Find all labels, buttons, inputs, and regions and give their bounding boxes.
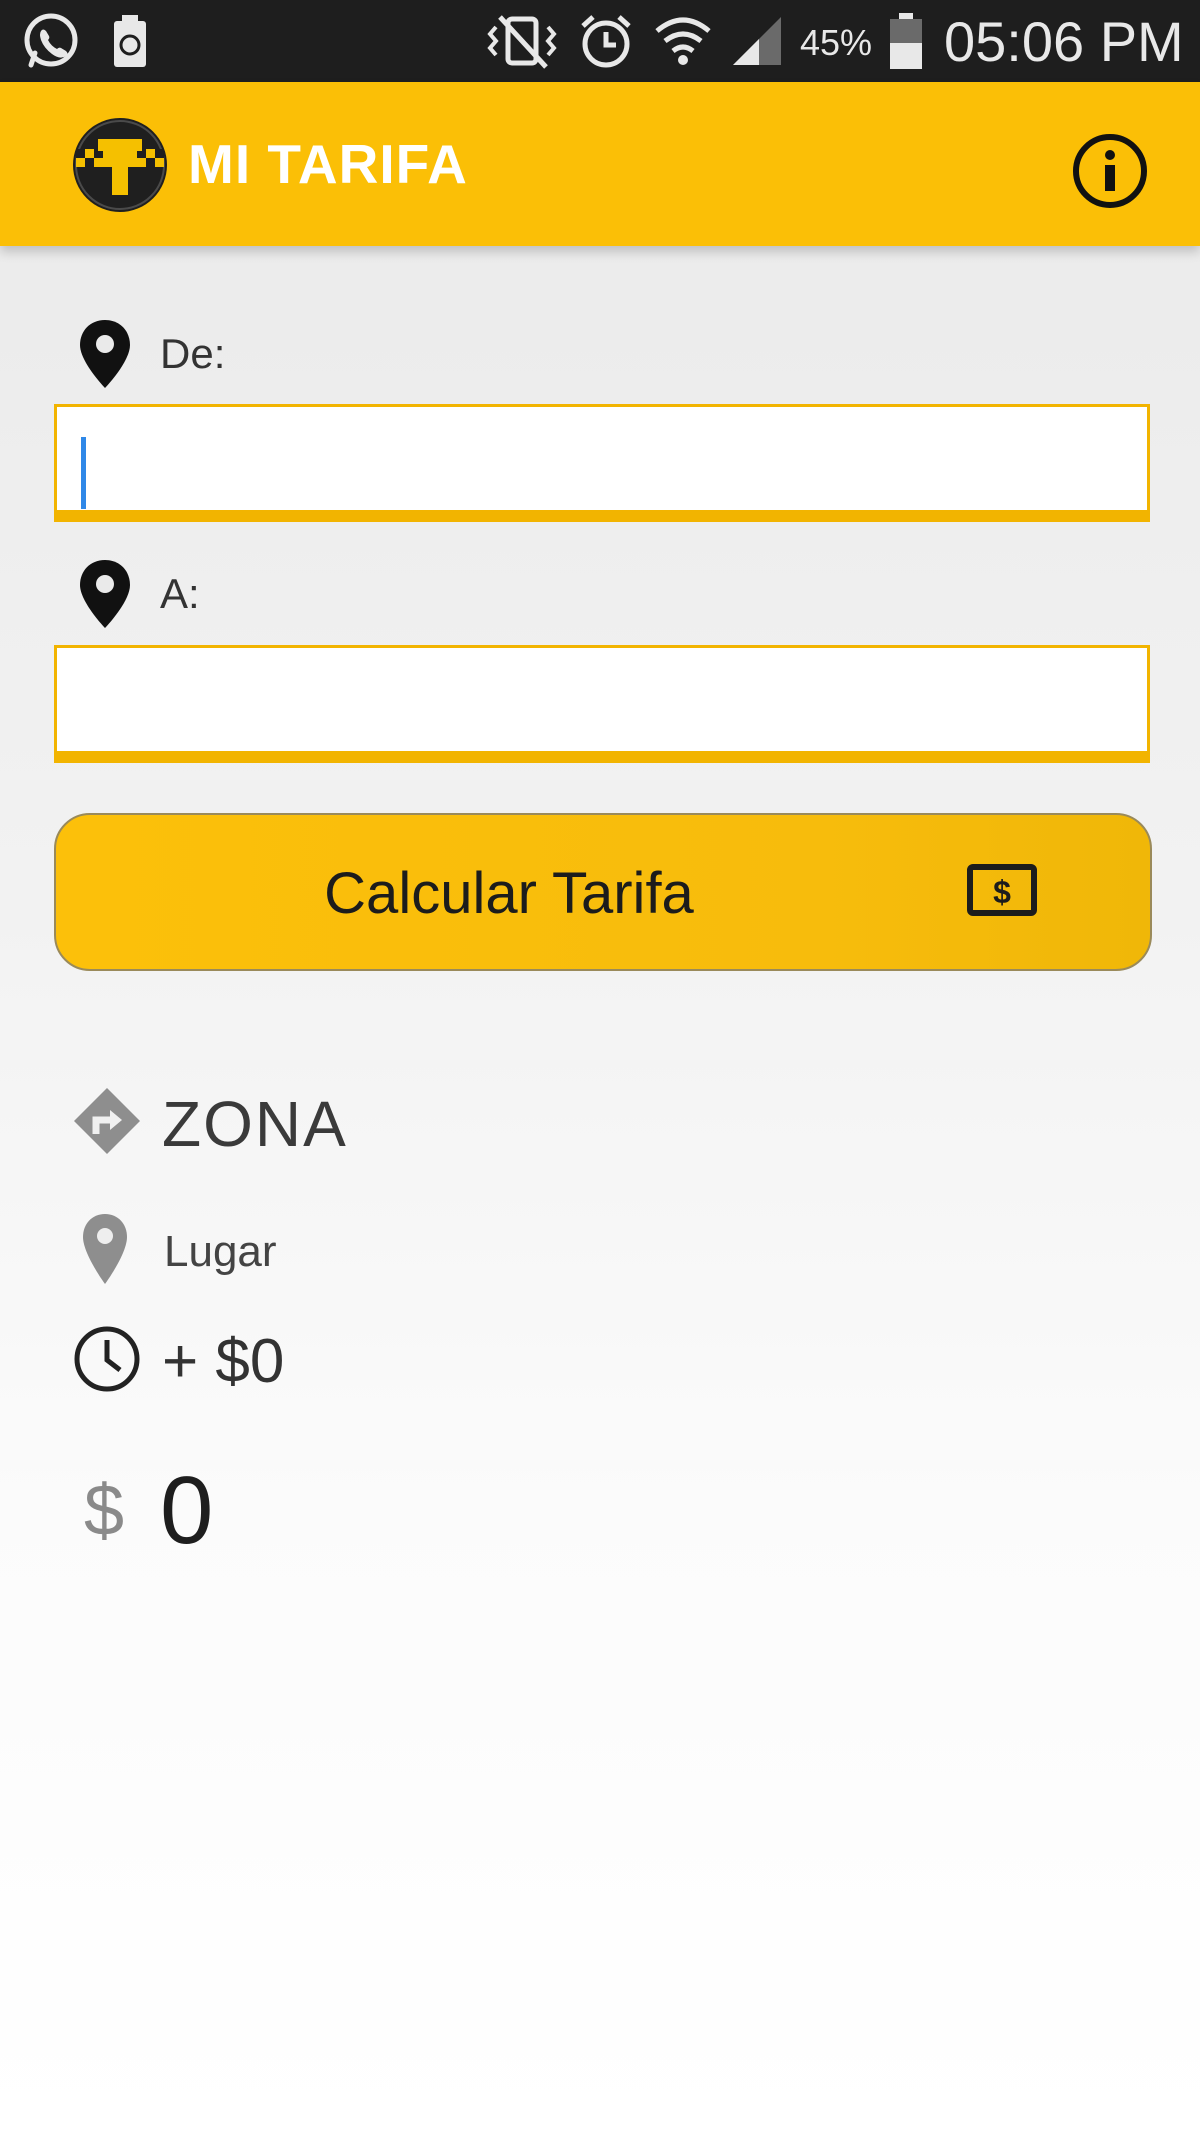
signal-icon [728,0,786,82]
map-pin-icon [76,558,134,630]
to-field[interactable] [54,645,1150,763]
battery-percent: 45% [800,22,873,63]
text-cursor [81,437,86,509]
app-bar: MI TARIFA [0,82,1200,246]
from-label: De: [160,330,226,377]
to-label-row: A: [76,554,200,634]
from-field[interactable] [54,404,1150,522]
vibrate-mute-icon [480,0,564,82]
directions-sign-icon [72,1086,142,1161]
battery-icon [886,0,926,82]
info-icon[interactable] [1070,131,1150,211]
extra-charge: + $0 [162,1327,285,1396]
calculate-fare-button[interactable]: Calcular Tarifa $ [54,813,1152,971]
place-label: Lugar [164,1226,277,1276]
battery-saver-icon [108,0,152,82]
extra-charge-row: + $0 [72,1324,284,1399]
app-title: MI TARIFA [188,133,468,195]
calculate-fare-label: Calcular Tarifa [324,861,694,926]
place-row: Lugar [72,1212,277,1291]
alarm-icon [576,0,636,82]
map-pin-icon [76,318,134,390]
whatsapp-icon [18,0,84,82]
wifi-icon [652,0,714,82]
status-bar: 45% 05:06 PM [0,0,1200,82]
fare-total: 0 [160,1457,214,1564]
to-input[interactable] [57,648,1147,751]
taxi-logo-icon [72,117,168,213]
money-bill-icon: $ [966,861,1042,921]
map-pin-icon [80,1212,130,1291]
currency-symbol: $ [84,1471,125,1551]
clock: 05:06 PM [944,10,1184,73]
svg-text:$: $ [993,874,1011,910]
from-label-row: De: [76,314,225,394]
zone-label: ZONA [162,1087,348,1160]
zone-row: ZONA [72,1086,348,1161]
to-label: A: [160,570,200,617]
from-input[interactable] [57,407,1147,510]
clock-icon [72,1324,142,1399]
